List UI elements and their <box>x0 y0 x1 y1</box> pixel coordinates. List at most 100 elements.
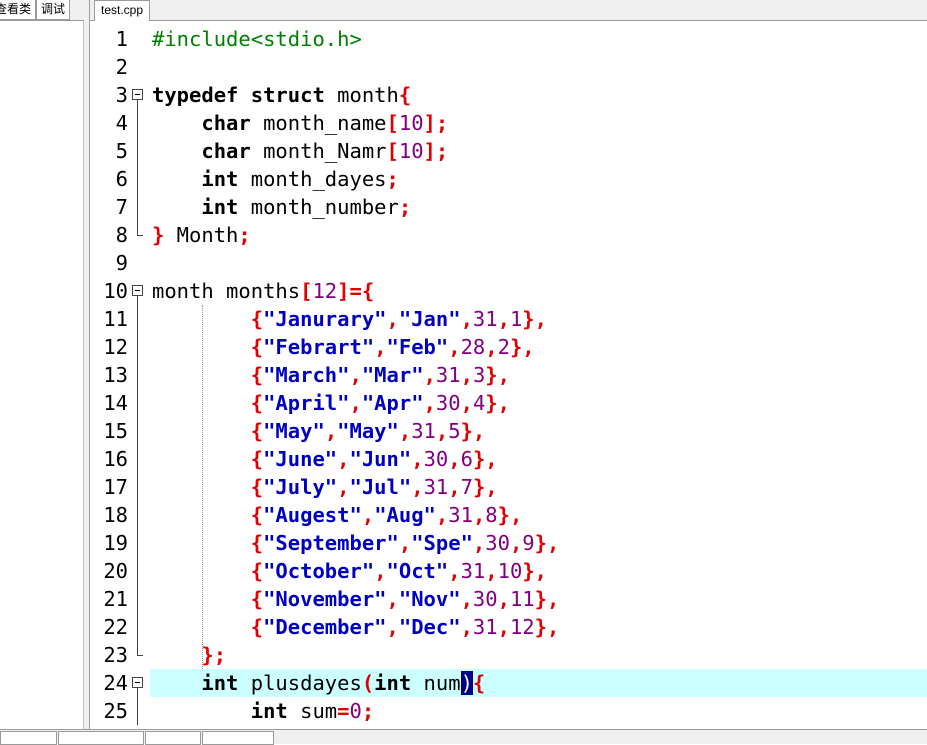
code-line[interactable]: 6 int month_dayes; <box>90 165 927 193</box>
code-text[interactable]: typedef struct month{ <box>150 81 927 109</box>
code-line[interactable]: 21 {"November","Nov",30,11}, <box>90 585 927 613</box>
fold-toggle-icon[interactable] <box>132 89 143 100</box>
code-token: , <box>460 363 473 387</box>
code-token: }, <box>534 615 560 639</box>
code-line[interactable]: 14 {"April","Apr",30,4}, <box>90 389 927 417</box>
code-line[interactable]: 11 {"Janurary","Jan",31,1}, <box>90 305 927 333</box>
code-token: , <box>472 531 486 555</box>
code-token: sum <box>287 699 338 723</box>
code-token: , <box>411 447 424 471</box>
code-token: num <box>411 671 461 695</box>
code-line[interactable]: 16 {"June","Jun",30,6}, <box>90 445 927 473</box>
code-token: { <box>398 83 412 107</box>
code-token: "Mar" <box>361 363 424 387</box>
code-token: , <box>337 447 350 471</box>
code-text[interactable]: }; <box>150 641 927 669</box>
line-number: 15 <box>103 419 128 443</box>
code-line[interactable]: 7 int month_number; <box>90 193 927 221</box>
code-text[interactable]: #include<stdio.h> <box>150 25 927 53</box>
code-text[interactable]: {"April","Apr",30,4}, <box>150 389 927 417</box>
bottom-tab[interactable] <box>0 731 57 745</box>
line-number: 25 <box>103 699 128 723</box>
code-token: , <box>435 503 449 527</box>
code-text[interactable]: {"December","Dec",31,12}, <box>150 613 927 641</box>
code-token: { <box>250 531 264 555</box>
code-token: , <box>460 307 473 331</box>
code-text[interactable]: char month_Namr[10]; <box>150 137 927 165</box>
code-line[interactable]: 19 {"September","Spe",30,9}, <box>90 529 927 557</box>
code-text[interactable] <box>150 53 927 81</box>
code-token: , <box>411 475 424 499</box>
code-line[interactable]: 3 typedef struct month{ <box>90 81 927 109</box>
code-text[interactable]: {"May","May",31,5}, <box>150 417 927 445</box>
fold-line <box>137 221 138 235</box>
bottom-tab[interactable] <box>58 731 144 745</box>
code-line[interactable]: 25 int sum=0; <box>90 697 927 725</box>
code-token: ]={ <box>337 279 375 303</box>
code-line[interactable]: 17 {"July","Jul",31,7}, <box>90 473 927 501</box>
code-line[interactable]: 13 {"March","Mar",31,3}, <box>90 361 927 389</box>
code-token: 30 <box>472 587 498 611</box>
code-text[interactable]: {"Febrart","Feb",28,2}, <box>150 333 927 361</box>
fold-line <box>137 697 138 725</box>
code-line[interactable]: 23 }; <box>90 641 927 669</box>
line-number: 20 <box>103 559 128 583</box>
code-token: , <box>460 391 473 415</box>
code-token: 30 <box>485 531 510 555</box>
code-line[interactable]: 22 {"December","Dec",31,12}, <box>90 613 927 641</box>
code-line[interactable]: 20 {"October","Oct",31,10}, <box>90 557 927 585</box>
tab-test-cpp[interactable]: test.cpp <box>94 0 151 21</box>
fold-end <box>137 235 143 236</box>
code-line[interactable]: 12 {"Febrart","Feb",28,2}, <box>90 333 927 361</box>
code-text[interactable]: month months[12]={ <box>150 277 927 305</box>
code-text[interactable]: {"November","Nov",30,11}, <box>150 585 927 613</box>
code-text[interactable]: {"Janurary","Jan",31,1}, <box>150 305 927 333</box>
code-line[interactable]: 10 month months[12]={ <box>90 277 927 305</box>
bottom-tab[interactable] <box>202 731 274 745</box>
code-text[interactable]: int month_dayes; <box>150 165 927 193</box>
code-token: ; <box>361 699 375 723</box>
code-token: { <box>250 391 264 415</box>
code-text[interactable]: {"March","Mar",31,3}, <box>150 361 927 389</box>
code-token: }; <box>201 643 227 667</box>
code-text[interactable]: {"July","Jul",31,7}, <box>150 473 927 501</box>
code-text[interactable]: {"Augest","Aug",31,8}, <box>150 501 927 529</box>
code-token: , <box>497 587 510 611</box>
code-token: , <box>349 391 362 415</box>
code-token: int <box>201 671 239 695</box>
code-line[interactable]: 1 #include<stdio.h> <box>90 25 927 53</box>
code-token: 10 <box>497 559 523 583</box>
code-text[interactable]: } Month; <box>150 221 927 249</box>
tab-debug[interactable]: 调试 <box>36 0 71 20</box>
code-line[interactable]: 2 <box>90 53 927 81</box>
code-text[interactable]: {"September","Spe",30,9}, <box>150 529 927 557</box>
code-token: 31 <box>423 475 449 499</box>
line-number: 11 <box>103 307 128 331</box>
code-text[interactable]: char month_name[10]; <box>150 109 927 137</box>
bottom-tab[interactable] <box>145 731 201 745</box>
code-token: 5 <box>448 419 461 443</box>
code-token: 4 <box>472 391 486 415</box>
class-tree[interactable] <box>0 20 84 744</box>
code-line[interactable]: 8} Month; <box>90 221 927 249</box>
code-token: "Janurary" <box>263 307 387 331</box>
code-line[interactable]: 15 {"May","May",31,5}, <box>90 417 927 445</box>
fold-toggle-icon[interactable] <box>132 285 143 296</box>
code-line[interactable]: 18 {"Augest","Aug",31,8}, <box>90 501 927 529</box>
code-line[interactable]: 9 <box>90 249 927 277</box>
code-line[interactable]: 4 char month_name[10]; <box>90 109 927 137</box>
code-text[interactable]: int month_number; <box>150 193 927 221</box>
code-text[interactable]: int plusdayes(int num){ <box>150 669 927 697</box>
tab-class-view[interactable]: 查看类 <box>0 0 37 20</box>
code-text[interactable] <box>150 249 927 277</box>
code-token: char <box>201 111 251 135</box>
code-token: , <box>472 503 486 527</box>
code-text[interactable]: {"June","Jun",30,6}, <box>150 445 927 473</box>
code-line[interactable]: 5 char month_Namr[10]; <box>90 137 927 165</box>
code-text[interactable]: {"October","Oct",31,10}, <box>150 557 927 585</box>
code-editor[interactable]: 1 #include<stdio.h> 2 3 typedef struct month… <box>90 21 927 730</box>
code-token: { <box>250 335 264 359</box>
code-text[interactable]: int sum=0; <box>150 697 927 725</box>
code-line[interactable]: 24 int plusdayes(int num){ <box>90 669 927 697</box>
fold-toggle-icon[interactable] <box>132 677 143 688</box>
